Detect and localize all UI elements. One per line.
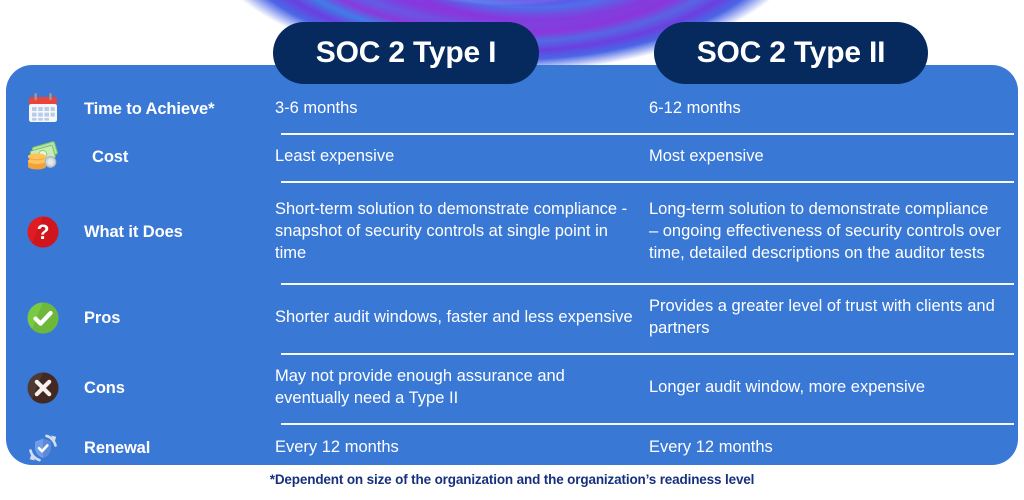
column-header-soc2-type-1: SOC 2 Type I: [273, 22, 539, 84]
cell-soc2-type-1: Short-term solution to demonstrate compl…: [275, 200, 628, 262]
table-row: Cons May not provide enough assurance and…: [6, 353, 1018, 423]
cell-soc2-type-2: 6-12 months: [649, 99, 741, 118]
row-label-cell: Renewal: [6, 428, 275, 468]
cell-soc2-type-2: Longer audit window, more expensive: [649, 378, 926, 397]
column-header-label: SOC 2 Type II: [696, 36, 886, 69]
row-label-cell: Pros: [6, 298, 275, 338]
comparison-table: Time to Achieve* 3-6 months 6-12 months Cos…: [6, 65, 1018, 465]
table-row: Cost Least expensive Most expensive: [6, 133, 1018, 181]
row-label-cell: Cost: [6, 137, 275, 177]
svg-text:?: ?: [37, 221, 50, 244]
comparison-card: Time to Achieve* 3-6 months 6-12 months Cos…: [6, 65, 1018, 465]
cell-soc2-type-1: Least expensive: [275, 147, 395, 166]
row-label: What it Does: [84, 222, 183, 241]
money-icon: [20, 137, 66, 177]
cell-soc2-type-1: Every 12 months: [275, 438, 399, 457]
row-label: Pros: [84, 308, 121, 327]
calendar-icon: [20, 89, 66, 129]
cell-soc2-type-1: 3-6 months: [275, 99, 358, 118]
x-circle-icon: [20, 368, 66, 408]
cell-soc2-type-1: Shorter audit windows, faster and less e…: [275, 308, 633, 327]
column-header-label: SOC 2 Type I: [315, 36, 497, 69]
row-label: Cost: [92, 147, 129, 166]
cell-soc2-type-2: Most expensive: [649, 147, 764, 166]
row-label-cell: ? What it Does: [6, 212, 275, 252]
footnote: *Dependent on size of the organization a…: [269, 472, 755, 487]
column-header-soc2-type-2: SOC 2 Type II: [654, 22, 928, 84]
check-circle-icon: [20, 298, 66, 338]
cell-soc2-type-1: May not provide enough assurance and eve…: [275, 367, 565, 407]
row-label: Renewal: [84, 438, 151, 457]
infographic-canvas: Time to Achieve* 3-6 months 6-12 months Cos…: [0, 0, 1024, 500]
row-label-cell: Cons: [6, 368, 275, 408]
cell-soc2-type-2: Every 12 months: [649, 438, 773, 457]
question-mark-icon: ?: [20, 212, 66, 252]
cell-soc2-type-2: Provides a greater level of trust with c…: [649, 297, 995, 337]
table-row: Renewal Every 12 months Every 12 months: [6, 423, 1018, 473]
cell-soc2-type-2: Long-term solution to demonstrate compli…: [649, 200, 1001, 262]
table-row: Time to Achieve* 3-6 months 6-12 months: [6, 85, 1018, 133]
row-label: Time to Achieve*: [84, 99, 215, 118]
table-row: ? What it Does Short-term solution to demo…: [6, 181, 1018, 283]
row-label: Cons: [84, 378, 125, 397]
row-label-cell: Time to Achieve*: [6, 89, 275, 129]
renewal-shield-icon: [20, 428, 66, 468]
table-row: Pros Shorter audit windows, faster and le…: [6, 283, 1018, 353]
